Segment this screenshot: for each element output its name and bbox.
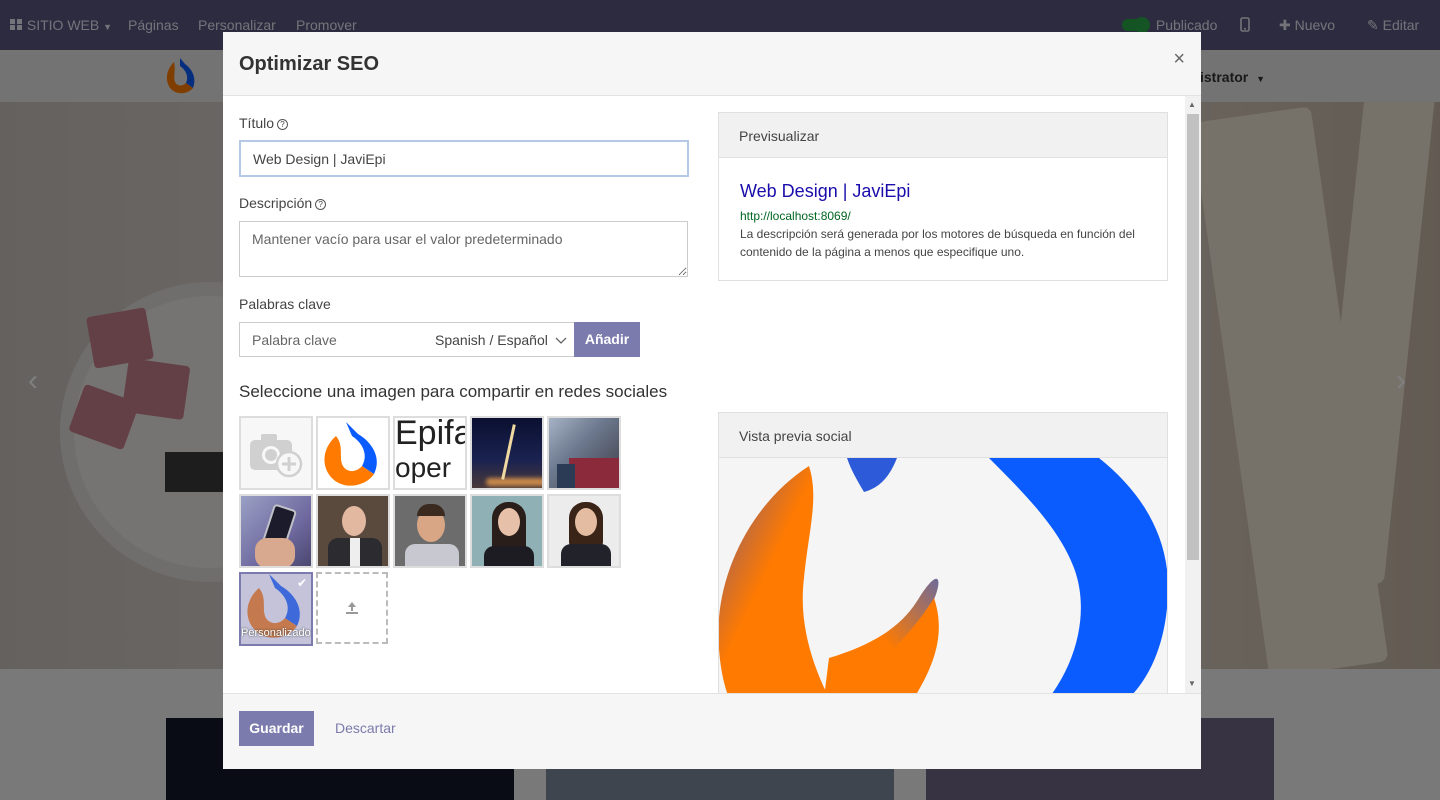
dialog-title: Optimizar SEO	[239, 53, 380, 75]
keywords-label: Palabras clave	[239, 296, 331, 312]
dialog-header: Optimizar SEO ×	[223, 32, 1201, 96]
logo-icon	[719, 458, 1167, 693]
logo-icon	[324, 422, 377, 486]
image-option-woman-dark-hair[interactable]	[470, 494, 544, 568]
description-label: Descripción?	[239, 195, 327, 211]
scroll-down-icon[interactable]: ▼	[1188, 679, 1196, 688]
scrollbar-thumb[interactable]	[1187, 114, 1199, 560]
image-option-custom[interactable]: ✔ Personalizado	[239, 572, 313, 646]
language-select-value: Spanish / Español	[435, 332, 548, 348]
title-label: Título?	[239, 115, 289, 131]
search-result-description: La descripción será generada por los mot…	[740, 227, 1135, 259]
image-option-rocket[interactable]	[470, 416, 544, 490]
description-label-text: Descripción	[239, 195, 313, 211]
upload-icon	[346, 602, 358, 614]
chevron-down-icon	[555, 337, 567, 344]
image-option-text-banner[interactable]: Epifa oper	[393, 416, 467, 490]
dialog-body: Título? Descripción? Palabras clave Span…	[223, 96, 1201, 693]
social-preview-header: Vista previa social	[718, 412, 1168, 458]
social-preview-image	[718, 458, 1168, 693]
close-icon[interactable]: ×	[1173, 48, 1185, 71]
search-result-url: http://localhost:8069/	[740, 209, 851, 223]
dialog-scrollbar[interactable]: ▲ ▼	[1185, 96, 1201, 693]
image-option-woman-blazer[interactable]	[547, 494, 621, 568]
help-icon[interactable]: ?	[277, 119, 289, 130]
description-textarea[interactable]	[239, 221, 688, 277]
scroll-up-icon[interactable]: ▲	[1188, 100, 1196, 109]
search-result-title: Web Design | JaviEpi	[740, 181, 911, 201]
preview-panel-header: Previsualizar	[718, 112, 1168, 158]
custom-image-label: Personalizado	[241, 627, 311, 639]
language-select[interactable]: Spanish / Español	[423, 322, 575, 357]
keyword-input[interactable]	[239, 322, 424, 357]
image-option-phone[interactable]	[239, 494, 313, 568]
add-keyword-button[interactable]: Añadir	[574, 322, 640, 357]
check-icon: ✔	[296, 576, 307, 590]
image-option-clothes-rack[interactable]	[547, 416, 621, 490]
image-option-man-suit[interactable]	[316, 494, 390, 568]
save-button[interactable]: Guardar	[239, 711, 314, 746]
dialog-footer: Guardar Descartar	[223, 693, 1201, 769]
image-option-no-image[interactable]	[239, 416, 313, 490]
title-label-text: Título	[239, 115, 275, 131]
search-preview: Web Design | JaviEpi http://localhost:80…	[718, 158, 1168, 281]
seo-dialog: Optimizar SEO × Título? Descripción? Pal…	[223, 32, 1201, 769]
title-input[interactable]	[239, 140, 689, 177]
camera-add-icon	[250, 434, 303, 478]
help-icon[interactable]: ?	[315, 199, 327, 210]
discard-button[interactable]: Descartar	[335, 720, 396, 736]
image-option-man-smiling[interactable]	[393, 494, 467, 568]
image-option-logo[interactable]	[316, 416, 390, 490]
upload-image-button[interactable]	[316, 572, 388, 644]
social-image-heading: Seleccione una imagen para compartir en …	[239, 382, 668, 401]
